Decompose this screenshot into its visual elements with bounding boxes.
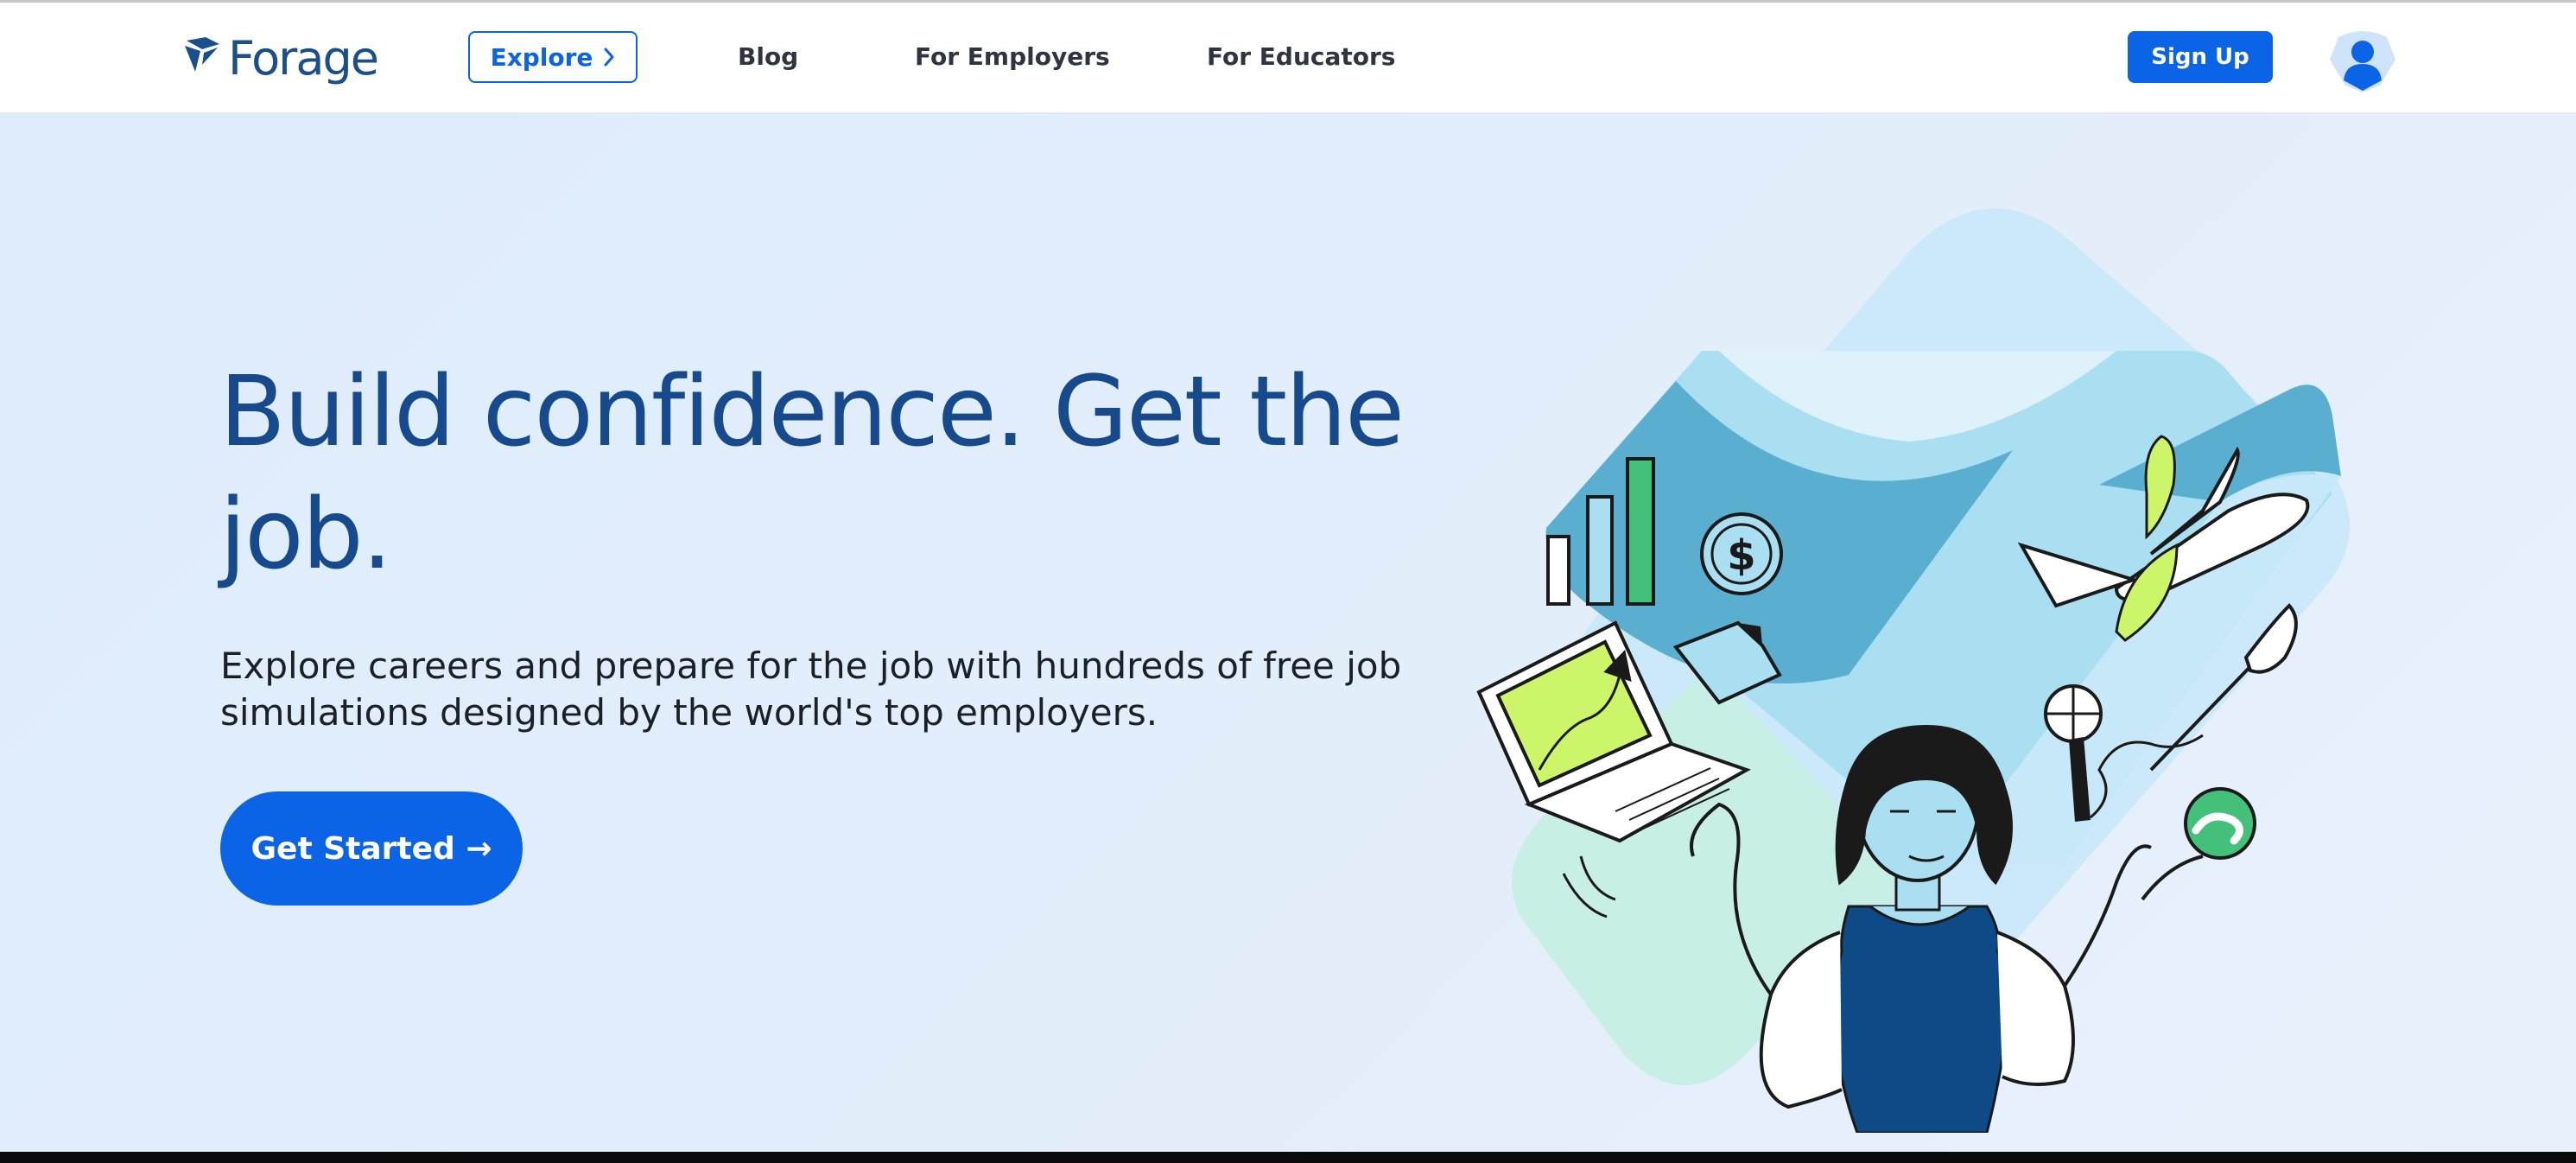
- forage-logo[interactable]: Forage: [183, 29, 379, 91]
- nav-link-for-employers[interactable]: For Employers: [915, 42, 1110, 72]
- explore-label: Explore: [490, 42, 593, 72]
- logo-text: Forage: [228, 31, 379, 86]
- chevron-right-icon: [604, 48, 614, 67]
- hero-subtext: Explore careers and prepare for the job …: [220, 645, 1402, 734]
- explore-button[interactable]: Explore: [468, 31, 638, 83]
- hero-section: Build confidence. Get the job. Explore c…: [0, 113, 2576, 1152]
- dollar-coin-icon: $: [1700, 512, 1783, 595]
- nav-link-blog[interactable]: Blog: [738, 42, 798, 72]
- nav-link-for-educators[interactable]: For Educators: [1207, 42, 1395, 72]
- svg-text:$: $: [1727, 531, 1755, 580]
- sign-up-button[interactable]: Sign Up: [2128, 31, 2273, 83]
- user-avatar-icon: [2330, 31, 2395, 92]
- user-avatar[interactable]: [2326, 23, 2399, 96]
- forage-logo-icon: [185, 37, 219, 72]
- get-started-button[interactable]: Get Started →: [220, 791, 523, 906]
- ball-icon: [2184, 787, 2256, 860]
- top-navbar: Forage Explore Blog For Employers For Ed…: [0, 3, 2576, 113]
- bottom-edge-bar: [0, 1152, 2576, 1163]
- hero-illustration: $: [1476, 208, 2350, 1133]
- hero-headline: Build confidence. Get the job.: [219, 356, 1405, 591]
